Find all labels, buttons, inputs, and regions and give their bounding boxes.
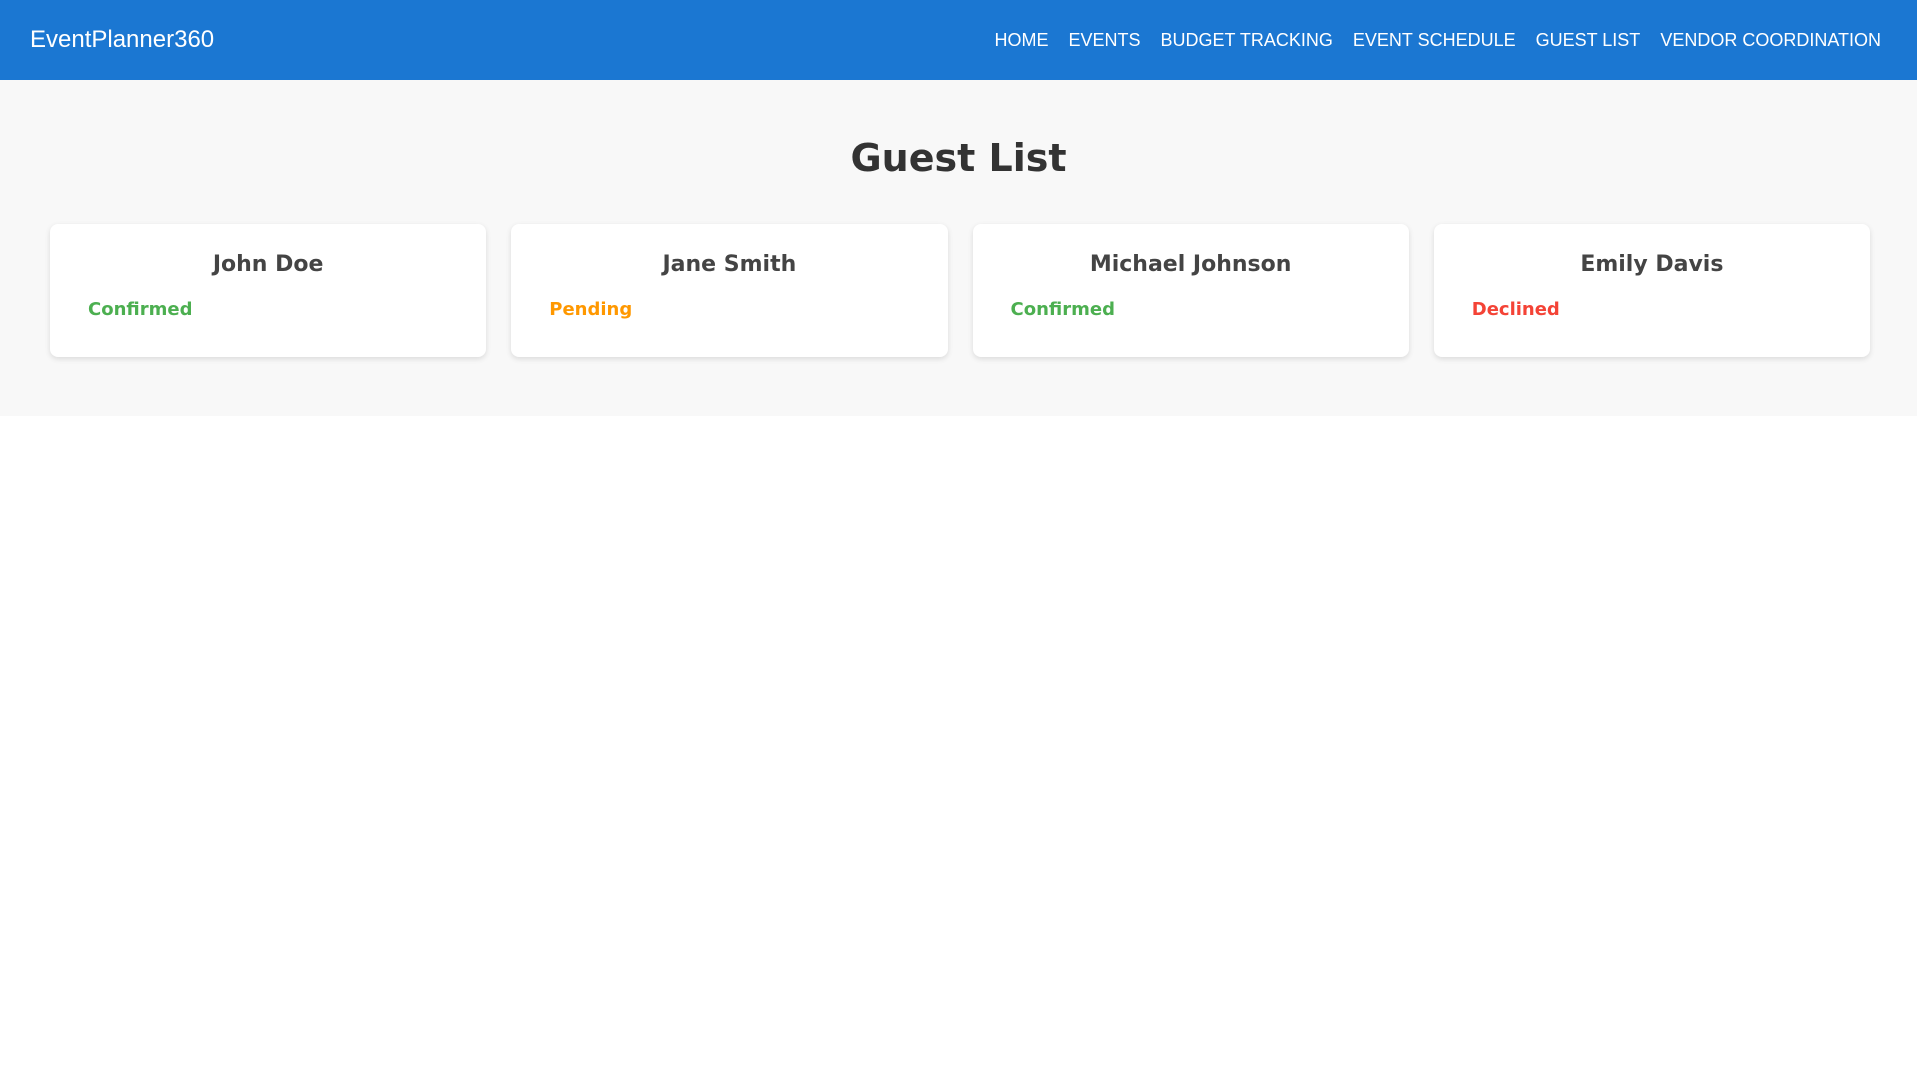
page-title: Guest List: [850, 136, 1067, 180]
guest-status-badge: Confirmed: [88, 299, 193, 320]
guest-card[interactable]: Emily Davis Declined: [1433, 224, 1870, 357]
guest-card[interactable]: Jane Smith Pending: [511, 224, 948, 357]
nav-link-event-schedule[interactable]: EVENT SCHEDULE: [1353, 30, 1516, 51]
guest-card[interactable]: Michael Johnson Confirmed: [972, 224, 1409, 357]
guest-card-grid: John Doe Confirmed Jane Smith Pending Mi…: [0, 224, 1917, 357]
navbar: EventPlanner360 HOME EVENTS BUDGET TRACK…: [0, 0, 1917, 80]
brand-logo-link[interactable]: EventPlanner360: [30, 26, 214, 54]
guest-card[interactable]: John Doe Confirmed: [50, 224, 487, 357]
guest-list-section: Guest List John Doe Confirmed Jane Smith…: [0, 80, 1917, 416]
nav-link-events[interactable]: EVENTS: [1068, 30, 1140, 51]
nav-link-guest-list[interactable]: GUEST LIST: [1536, 30, 1641, 51]
guest-status-badge: Confirmed: [1010, 299, 1115, 320]
nav-link-home[interactable]: HOME: [994, 30, 1048, 51]
guest-name: John Doe: [212, 252, 324, 277]
guest-name: Emily Davis: [1580, 252, 1724, 277]
guest-name: Jane Smith: [662, 252, 797, 277]
guest-name: Michael Johnson: [1089, 252, 1292, 277]
nav-link-budget-tracking[interactable]: BUDGET TRACKING: [1161, 30, 1333, 51]
guest-status-badge: Pending: [549, 299, 633, 320]
nav-link-vendor-coordination[interactable]: VENDOR COORDINATION: [1660, 30, 1881, 51]
guest-status-badge: Declined: [1471, 299, 1560, 320]
main-nav: HOME EVENTS BUDGET TRACKING EVENT SCHEDU…: [994, 30, 1881, 51]
